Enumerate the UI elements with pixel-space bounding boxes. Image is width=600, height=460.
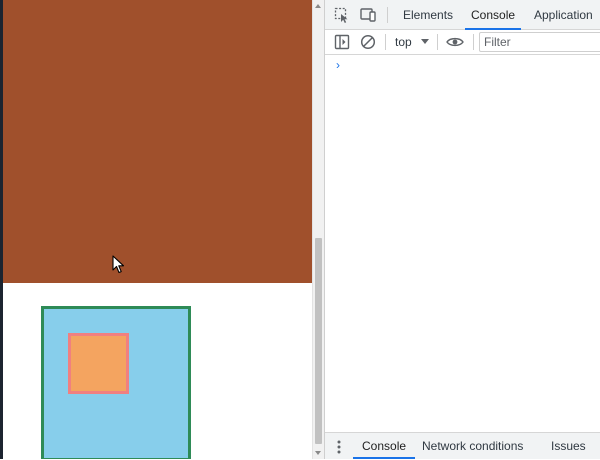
- console-prompt-chevron-icon: ›: [336, 58, 340, 72]
- tab-console[interactable]: Console: [464, 0, 522, 30]
- live-expression-eye-icon[interactable]: [445, 33, 465, 51]
- toolbar-divider: [437, 34, 438, 50]
- clear-console-icon[interactable]: [359, 33, 377, 51]
- console-toolbar: top: [325, 30, 600, 55]
- scroll-up-arrow-icon[interactable]: [315, 4, 321, 8]
- drawer-tab-network-conditions[interactable]: Network conditions: [422, 433, 523, 459]
- tab-application[interactable]: Application: [534, 0, 593, 30]
- inner-orange-box[interactable]: [68, 333, 129, 394]
- sidebar-toggle-icon[interactable]: [333, 33, 351, 51]
- toolbar-divider: [387, 7, 388, 23]
- console-output-area[interactable]: ›: [325, 55, 600, 430]
- toolbar-divider: [473, 34, 474, 50]
- brown-block[interactable]: [3, 0, 312, 283]
- devtools-panel: Elements Console Application top ›: [324, 0, 600, 459]
- tab-elements[interactable]: Elements: [403, 0, 453, 30]
- outer-blue-box[interactable]: [41, 306, 191, 459]
- filter-input[interactable]: [479, 32, 600, 52]
- device-toolbar-icon[interactable]: [359, 6, 377, 24]
- devtools-tab-bar: Elements Console Application: [325, 0, 600, 30]
- page-viewport[interactable]: [3, 0, 312, 459]
- more-tools-kebab-icon[interactable]: [337, 440, 341, 454]
- context-dropdown-arrow-icon[interactable]: [421, 39, 429, 44]
- mouse-pointer-icon: [112, 255, 125, 274]
- drawer-tab-bar: Console Network conditions Issues: [325, 432, 600, 459]
- scroll-down-arrow-icon[interactable]: [315, 451, 321, 455]
- drawer-tab-issues[interactable]: Issues: [551, 433, 586, 459]
- toolbar-divider: [385, 34, 386, 50]
- drawer-tab-console[interactable]: Console: [352, 433, 416, 459]
- scrollbar-thumb[interactable]: [315, 238, 322, 444]
- page-scrollbar[interactable]: [312, 0, 324, 459]
- inspect-element-icon[interactable]: [333, 6, 351, 24]
- context-selector[interactable]: top: [395, 30, 412, 54]
